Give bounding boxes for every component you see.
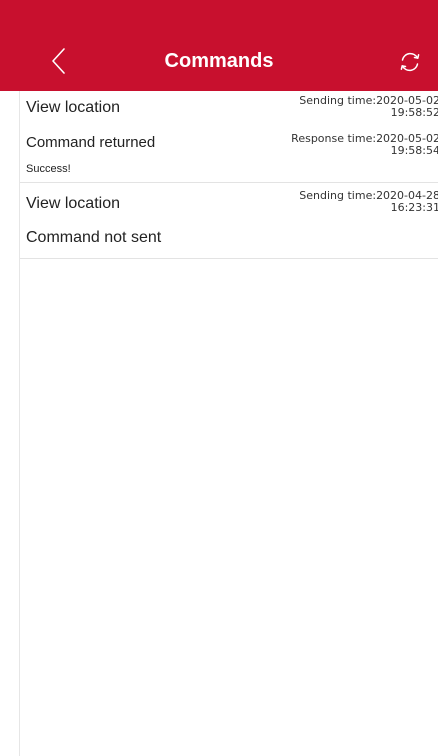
command-status: Command returned bbox=[26, 134, 156, 151]
command-result: Success! bbox=[26, 163, 71, 175]
page-title: Commands bbox=[164, 50, 274, 72]
refresh-button[interactable] bbox=[393, 45, 427, 79]
command-item[interactable]: View location Sending time:2020-05-02 19… bbox=[20, 91, 438, 183]
command-list: View location Sending time:2020-05-02 19… bbox=[20, 91, 438, 259]
left-edge-strip bbox=[0, 0, 20, 756]
response-time: Response time:2020-05-02 19:58:54 bbox=[291, 133, 438, 157]
command-name: View location bbox=[26, 195, 120, 212]
sending-time-label: Sending time: bbox=[299, 189, 377, 202]
sending-time-label: Sending time: bbox=[299, 94, 377, 107]
response-time-label: Response time: bbox=[291, 132, 377, 145]
refresh-icon bbox=[400, 52, 420, 72]
sending-clock: 16:23:31 bbox=[390, 201, 438, 214]
response-clock: 19:58:54 bbox=[390, 144, 438, 157]
command-item[interactable]: View location Sending time:2020-04-28 16… bbox=[20, 183, 438, 259]
header-bar: Commands bbox=[0, 0, 438, 91]
commands-screen: Commands View location Sending time:2020… bbox=[0, 0, 438, 756]
sending-time: Sending time:2020-05-02 19:58:52 bbox=[299, 95, 438, 119]
sending-time: Sending time:2020-04-28 16:23:31 bbox=[299, 190, 438, 214]
command-status: Command not sent bbox=[26, 229, 162, 246]
command-name: View location bbox=[26, 99, 120, 116]
sending-clock: 19:58:52 bbox=[390, 106, 438, 119]
